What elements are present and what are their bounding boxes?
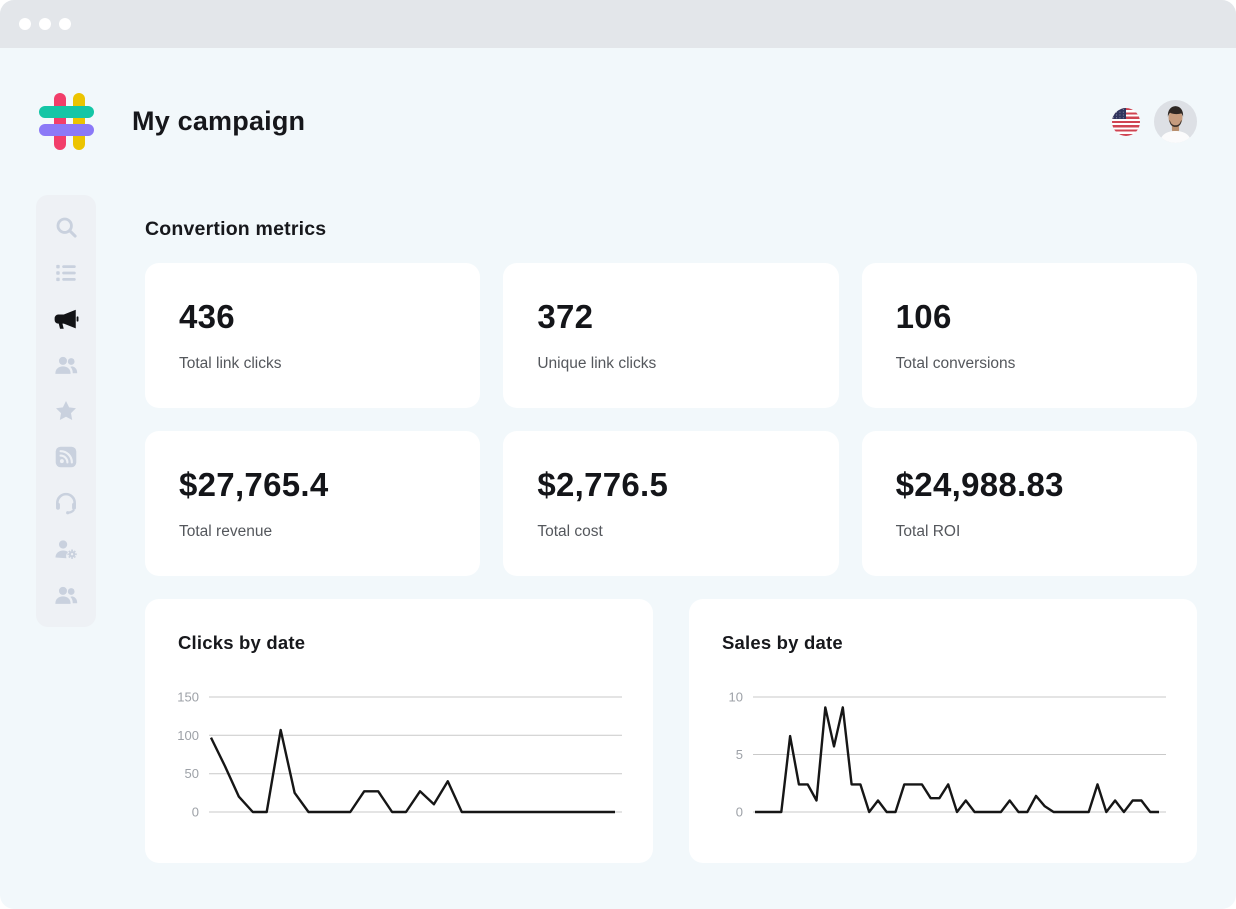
logo-bar-teal xyxy=(39,106,94,118)
metric-label: Total revenue xyxy=(179,523,446,541)
metric-card-total-conversions: 106 Total conversions xyxy=(862,263,1197,408)
user-settings-icon xyxy=(53,536,79,562)
headset-icon xyxy=(53,490,79,516)
metric-label: Total link clicks xyxy=(179,355,446,373)
star-icon xyxy=(53,398,79,424)
svg-text:0: 0 xyxy=(736,805,743,820)
metric-label: Total conversions xyxy=(896,355,1163,373)
svg-text:100: 100 xyxy=(177,728,199,743)
search-icon xyxy=(53,214,79,240)
sidebar-item-favorites[interactable] xyxy=(36,388,96,434)
sidebar-item-support[interactable] xyxy=(36,480,96,526)
sales-line-chart: 0 5 10 xyxy=(689,599,1197,863)
users-icon xyxy=(53,352,79,378)
window-control-dot[interactable] xyxy=(59,18,71,30)
main-content: Convertion metrics 436 Total link clicks… xyxy=(145,195,1197,863)
body-row: Convertion metrics 436 Total link clicks… xyxy=(0,195,1236,863)
sidebar-item-search[interactable] xyxy=(36,204,96,250)
sidebar-item-campaigns[interactable] xyxy=(36,296,96,342)
metric-card-total-revenue: $27,765.4 Total revenue xyxy=(145,431,480,576)
metric-value: 106 xyxy=(896,297,1163,337)
metric-value: $27,765.4 xyxy=(179,465,446,505)
window-control-dot[interactable] xyxy=(19,18,31,30)
section-title: Convertion metrics xyxy=(145,218,1197,241)
metric-value: $24,988.83 xyxy=(896,465,1163,505)
window-titlebar xyxy=(0,0,1236,48)
page-title: My campaign xyxy=(132,106,305,137)
metric-label: Unique link clicks xyxy=(537,355,804,373)
team-icon xyxy=(53,582,79,608)
metric-card-total-link-clicks: 436 Total link clicks xyxy=(145,263,480,408)
language-flag-icon[interactable] xyxy=(1112,108,1140,136)
metric-label: Total cost xyxy=(537,523,804,541)
rss-icon xyxy=(53,444,79,470)
metric-label: Total ROI xyxy=(896,523,1163,541)
metric-card-unique-link-clicks: 372 Unique link clicks xyxy=(503,263,838,408)
sidebar xyxy=(36,195,96,627)
metric-card-total-cost: $2,776.5 Total cost xyxy=(503,431,838,576)
sidebar-item-team[interactable] xyxy=(36,572,96,618)
logo-bar-pink xyxy=(54,93,66,150)
sidebar-item-user-settings[interactable] xyxy=(36,526,96,572)
metric-cards-grid: 436 Total link clicks 372 Unique link cl… xyxy=(145,263,1197,576)
svg-text:5: 5 xyxy=(736,747,743,762)
brand-logo xyxy=(39,93,95,150)
avatar-illustration xyxy=(1154,100,1197,143)
svg-text:50: 50 xyxy=(185,766,199,781)
megaphone-icon xyxy=(53,306,79,332)
svg-text:0: 0 xyxy=(192,805,199,820)
sidebar-item-feed[interactable] xyxy=(36,434,96,480)
window-control-dot[interactable] xyxy=(39,18,51,30)
sidebar-item-audience[interactable] xyxy=(36,342,96,388)
svg-text:10: 10 xyxy=(729,690,743,705)
sidebar-item-list[interactable] xyxy=(36,250,96,296)
app-header: My campaign xyxy=(0,48,1236,195)
clicks-line-chart: 0 50 100 150 xyxy=(145,599,653,863)
metric-value: 436 xyxy=(179,297,446,337)
logo-bar-purple xyxy=(39,124,94,136)
metric-card-total-roi: $24,988.83 Total ROI xyxy=(862,431,1197,576)
app-window: My campaign xyxy=(0,0,1236,909)
logo-bar-yellow xyxy=(73,93,85,150)
clicks-by-date-chart-card: Clicks by date 050100150 xyxy=(145,599,653,863)
metric-value: 372 xyxy=(537,297,804,337)
sales-by-date-chart-card: Sales by date 0510 xyxy=(689,599,1197,863)
metric-value: $2,776.5 xyxy=(537,465,804,505)
svg-text:150: 150 xyxy=(177,690,199,705)
charts-row: Clicks by date 050100150 Sales by date 0… xyxy=(145,599,1197,863)
list-icon xyxy=(53,260,79,286)
user-avatar[interactable] xyxy=(1154,100,1197,143)
